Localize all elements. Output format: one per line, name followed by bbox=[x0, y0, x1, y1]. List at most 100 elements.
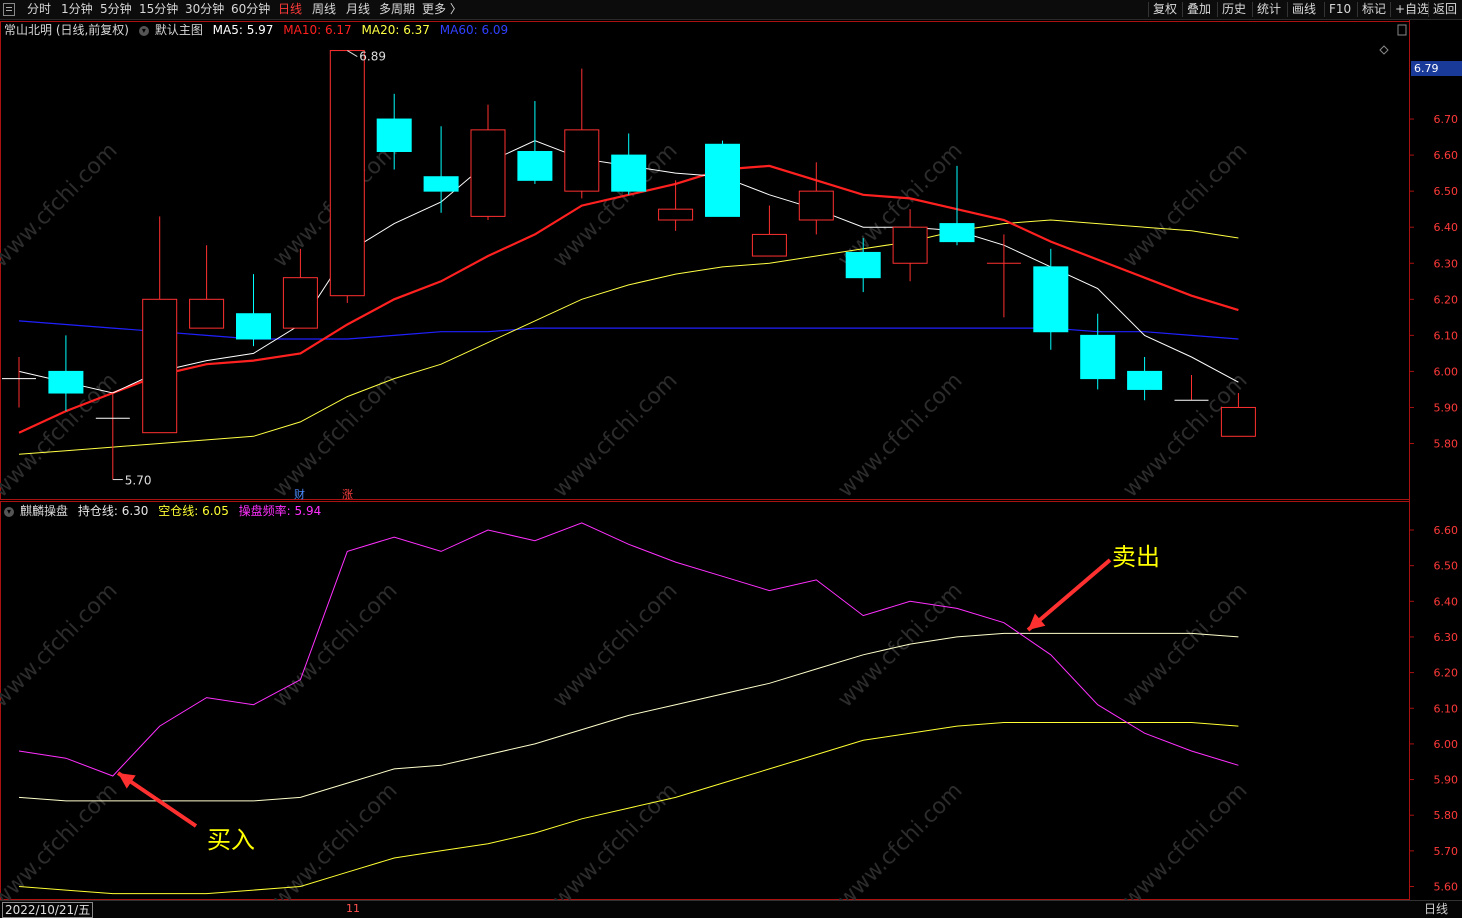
watermark-text: www.cfchi.com bbox=[0, 138, 123, 272]
empty-line-value: 空仓线: 6.05 bbox=[158, 504, 229, 518]
tool-button-2[interactable]: 历史 bbox=[1222, 1, 1246, 18]
period-tab-8[interactable]: 月线 bbox=[346, 1, 370, 18]
low-marker-label: 5.70 bbox=[125, 474, 152, 488]
candle-body bbox=[658, 208, 694, 221]
ma60-value: MA60: 6.09 bbox=[439, 23, 509, 37]
watermark-text: www.cfchi.com bbox=[548, 578, 682, 712]
tool-button-5[interactable]: F10 bbox=[1329, 1, 1351, 18]
indicator-tick-label: 6.30 bbox=[1434, 631, 1459, 644]
toolbar-separator bbox=[1324, 2, 1325, 17]
period-tab-6[interactable]: 日线 bbox=[278, 1, 302, 18]
indicator-name[interactable]: 麒麟操盘 bbox=[20, 504, 68, 518]
period-label[interactable]: 日线 bbox=[1424, 902, 1448, 917]
watermark-text: www.cfchi.com bbox=[1118, 778, 1252, 900]
freq-value: 操盘频率: 5.94 bbox=[238, 504, 322, 518]
ma10-value: MA10: 6.17 bbox=[283, 23, 352, 37]
period-tab-0[interactable]: 分时 bbox=[27, 1, 51, 18]
watermark-text: www.cfchi.com bbox=[268, 778, 402, 900]
watermark-text: www.cfchi.com bbox=[1118, 578, 1252, 712]
watermark-text: www.cfchi.com bbox=[0, 778, 123, 900]
indicator-tick-label: 5.80 bbox=[1434, 809, 1459, 822]
price-tick-label: 5.90 bbox=[1434, 401, 1459, 414]
candle-body bbox=[705, 143, 740, 217]
period-tab-5[interactable]: 60分钟 bbox=[231, 1, 270, 18]
current-price-tag: 6.79 bbox=[1411, 61, 1462, 76]
sell-arrow bbox=[1026, 558, 1112, 632]
tool-button-0[interactable]: 复权 bbox=[1153, 1, 1177, 18]
menu-icon[interactable] bbox=[3, 3, 15, 16]
toolbar-separator bbox=[1287, 2, 1288, 17]
indicator-tick-label: 6.20 bbox=[1434, 667, 1459, 680]
period-tab-1[interactable]: 1分钟 bbox=[61, 1, 93, 18]
indicator-tick-label: 5.90 bbox=[1434, 774, 1459, 787]
toolbar-separator bbox=[1357, 2, 1358, 17]
kline-chart[interactable]: www.cfchi.com www.cfchi.com www.cfchi.com w… bbox=[0, 20, 1462, 900]
limit-up-marker: 涨 bbox=[342, 488, 353, 501]
template-name[interactable]: 默认主图 bbox=[155, 23, 203, 37]
price-tick-label: 6.40 bbox=[1434, 221, 1459, 234]
price-tick-label: 6.00 bbox=[1434, 365, 1459, 378]
indicator-tick-label: 6.60 bbox=[1434, 524, 1459, 537]
watermark-text: www.cfchi.com bbox=[833, 578, 967, 712]
tool-button-3[interactable]: 统计 bbox=[1257, 1, 1281, 18]
ma5-value: MA5: 5.97 bbox=[212, 23, 274, 37]
candle-body bbox=[329, 50, 365, 297]
collapse-icon[interactable]: ▾ bbox=[4, 506, 14, 517]
price-tick-label: 6.30 bbox=[1434, 257, 1459, 270]
stock-name[interactable]: 常山北明 (日线,前复权) bbox=[4, 23, 129, 37]
candle-body bbox=[1127, 370, 1163, 390]
watermark-text: www.cfchi.com bbox=[1118, 138, 1252, 272]
hold-line-value: 持仓线: 6.30 bbox=[77, 504, 149, 518]
period-tab-2[interactable]: 5分钟 bbox=[100, 1, 132, 18]
toolbar-separator bbox=[1390, 2, 1391, 17]
toolbar-separator bbox=[1182, 2, 1183, 17]
candle-body bbox=[564, 129, 600, 192]
candle-body bbox=[48, 370, 84, 394]
watermark-text: www.cfchi.com bbox=[548, 368, 682, 502]
tool-button-8[interactable]: 返回 bbox=[1433, 1, 1457, 18]
empty-line bbox=[18, 722, 1239, 895]
price-tick-label: 6.20 bbox=[1434, 293, 1459, 306]
indicator-legend: ▾ 麒麟操盘 持仓线: 6.30 空仓线: 6.05 操盘频率: 5.94 bbox=[4, 503, 327, 519]
period-tab-3[interactable]: 15分钟 bbox=[139, 1, 178, 18]
period-tab-4[interactable]: 30分钟 bbox=[185, 1, 224, 18]
candle-body bbox=[892, 226, 928, 264]
candle-body bbox=[1033, 266, 1069, 333]
candle-body bbox=[939, 223, 975, 243]
indicator-tick-label: 6.40 bbox=[1434, 595, 1459, 608]
period-tab-10[interactable]: 更多 〉 bbox=[422, 1, 462, 18]
price-tick-label: 6.60 bbox=[1434, 149, 1459, 162]
indicator-tick-label: 5.70 bbox=[1434, 845, 1459, 858]
tool-button-4[interactable]: 画线 bbox=[1292, 1, 1316, 18]
candle-body bbox=[1220, 406, 1256, 437]
tool-button-1[interactable]: 叠加 bbox=[1187, 1, 1211, 18]
sell-annotation: 卖出 bbox=[1112, 543, 1160, 571]
price-tick-label: 6.10 bbox=[1434, 329, 1459, 342]
watermark-text: www.cfchi.com bbox=[268, 368, 402, 502]
candle-body bbox=[142, 298, 178, 434]
candle-body bbox=[376, 118, 412, 152]
toolbar-separator bbox=[1252, 2, 1253, 17]
month-tick: 11 bbox=[346, 902, 360, 915]
candle-body bbox=[751, 233, 787, 257]
candle-body bbox=[236, 313, 271, 340]
candle-body bbox=[798, 190, 834, 221]
hold-line bbox=[18, 632, 1239, 802]
collapse-icon[interactable]: ▾ bbox=[138, 25, 149, 36]
candle-body bbox=[423, 176, 459, 192]
period-tab-7[interactable]: 周线 bbox=[312, 1, 336, 18]
toolbar-separator bbox=[1148, 2, 1149, 17]
watermark-text: www.cfchi.com bbox=[268, 578, 402, 712]
tool-button-7[interactable]: +自选 bbox=[1395, 1, 1429, 18]
watermark-text: www.cfchi.com bbox=[0, 578, 123, 712]
ma20-value: MA20: 6.37 bbox=[361, 23, 430, 37]
tool-button-6[interactable]: 标记 bbox=[1362, 1, 1386, 18]
period-tab-9[interactable]: 多周期 bbox=[379, 1, 415, 18]
candle-body bbox=[611, 154, 647, 192]
high-marker-label: 6.89 bbox=[359, 50, 386, 64]
price-tick-label: 6.50 bbox=[1434, 185, 1459, 198]
diamond-icon bbox=[1379, 45, 1389, 55]
indicator-tick-label: 6.50 bbox=[1434, 560, 1459, 573]
finance-event-marker: 财 bbox=[294, 487, 305, 501]
buy-annotation: 买入 bbox=[207, 826, 255, 854]
